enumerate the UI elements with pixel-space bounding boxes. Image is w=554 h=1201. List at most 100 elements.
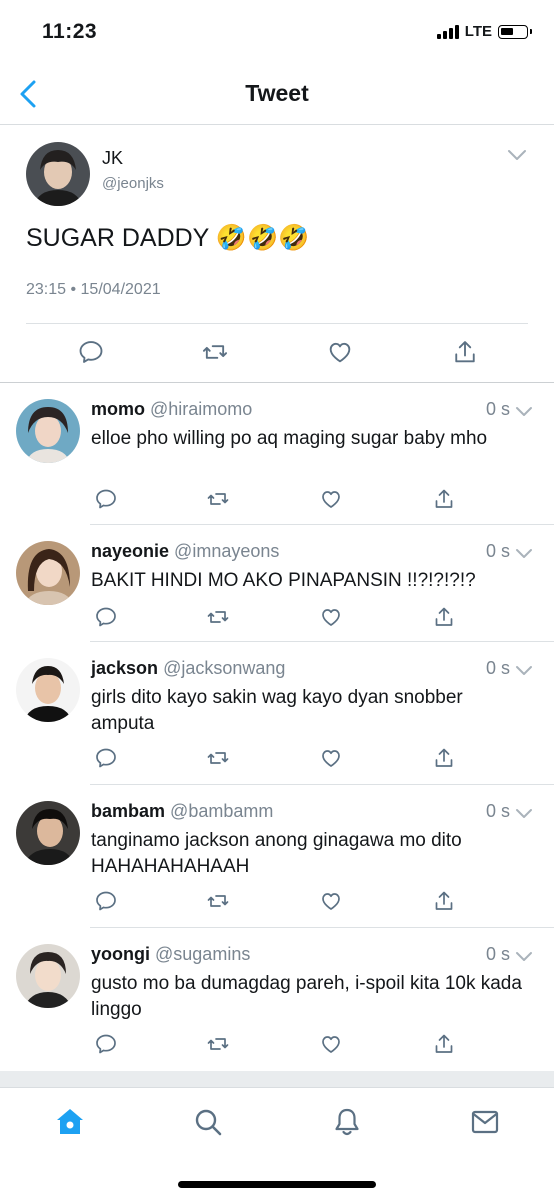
retweet-icon xyxy=(207,752,229,764)
retweet-button[interactable] xyxy=(206,487,230,511)
like-button[interactable] xyxy=(319,889,343,913)
reply-text: girls dito kayo sakin wag kayo dyan snob… xyxy=(91,687,463,734)
tab-messages[interactable] xyxy=(469,1106,501,1138)
heart-icon xyxy=(322,609,340,626)
reply-button[interactable] xyxy=(94,487,118,511)
reply-author-name[interactable]: momo xyxy=(91,399,145,419)
reply-time: 0 s xyxy=(485,801,510,821)
share-icon xyxy=(435,748,453,767)
reply-time: 0 s xyxy=(485,944,510,964)
comment-icon xyxy=(79,341,103,363)
reply-tweet[interactable]: nayeonie @imnayeons 0 s BAKIT HINDI MO A… xyxy=(0,525,554,642)
like-button[interactable] xyxy=(319,605,343,629)
reply-time: 0 s xyxy=(485,541,510,561)
reply-author-name[interactable]: yoongi xyxy=(91,944,150,964)
chevron-down-icon[interactable] xyxy=(514,543,534,563)
comment-icon xyxy=(96,1034,116,1054)
retweet-button[interactable] xyxy=(206,746,230,770)
reply-tweet[interactable]: momo @hiraimomo 0 s elloe pho willing po… xyxy=(0,383,554,525)
comment-icon xyxy=(96,489,116,509)
retweet-button[interactable] xyxy=(206,889,230,913)
reply-header: nayeonie @imnayeons xyxy=(91,541,279,562)
reply-button[interactable] xyxy=(94,1032,118,1056)
like-button[interactable] xyxy=(326,338,354,366)
reply-author-handle[interactable]: @hiraimomo xyxy=(150,399,252,419)
like-button[interactable] xyxy=(319,487,343,511)
tab-search[interactable] xyxy=(192,1106,224,1138)
share-icon xyxy=(435,489,453,508)
avatar[interactable] xyxy=(16,658,80,722)
reply-author-name[interactable]: jackson xyxy=(91,658,158,678)
retweet-button[interactable] xyxy=(206,1032,230,1056)
comment-icon xyxy=(96,891,116,911)
reply-header: yoongi @sugamins xyxy=(91,944,250,965)
heart-icon xyxy=(322,893,340,910)
home-indicator xyxy=(178,1181,376,1188)
reply-tweet[interactable]: bambam @bambamm 0 s tanginamo jackson an… xyxy=(0,785,554,928)
share-icon xyxy=(435,607,453,626)
reply-actions xyxy=(0,746,554,774)
avatar[interactable] xyxy=(16,801,80,865)
reply-actions xyxy=(0,1032,554,1060)
avatar[interactable] xyxy=(26,142,90,206)
like-button[interactable] xyxy=(319,1032,343,1056)
tab-notifications[interactable] xyxy=(331,1106,363,1138)
status-bar: 11:23 LTE xyxy=(0,0,554,66)
chevron-down-icon[interactable] xyxy=(506,144,528,166)
reply-button[interactable] xyxy=(94,746,118,770)
reply-actions xyxy=(0,889,554,917)
retweet-button[interactable] xyxy=(206,605,230,629)
reply-header: jackson @jacksonwang xyxy=(91,658,285,679)
tweet-actions xyxy=(0,338,554,368)
reply-author-handle[interactable]: @imnayeons xyxy=(174,541,279,561)
chevron-down-icon[interactable] xyxy=(514,946,534,966)
reply-author-name[interactable]: bambam xyxy=(91,801,165,821)
reply-tweet[interactable]: yoongi @sugamins 0 s gusto mo ba dumagda… xyxy=(0,928,554,1071)
tweet-author-handle[interactable]: @jeonjks xyxy=(102,175,164,192)
reply-text: gusto mo ba dumagdag pareh, i-spoil kita… xyxy=(91,973,522,1020)
tab-home[interactable] xyxy=(54,1106,86,1138)
page-title: Tweet xyxy=(245,80,309,106)
share-button[interactable] xyxy=(432,605,456,629)
retweet-icon xyxy=(202,345,228,359)
search-icon xyxy=(195,1109,222,1136)
retweet-button[interactable] xyxy=(201,338,229,366)
retweet-icon xyxy=(207,895,229,907)
nav-bar: Tweet xyxy=(0,66,554,125)
reply-button[interactable] xyxy=(94,889,118,913)
share-button[interactable] xyxy=(451,338,479,366)
home-icon xyxy=(57,1109,83,1134)
reply-text: elloe pho willing po aq maging sugar bab… xyxy=(91,428,488,449)
heart-icon xyxy=(322,750,340,767)
avatar[interactable] xyxy=(16,399,80,463)
share-icon xyxy=(435,1034,453,1053)
retweet-icon xyxy=(207,611,229,623)
like-button[interactable] xyxy=(319,746,343,770)
comment-icon xyxy=(96,607,116,627)
status-time: 11:23 xyxy=(42,20,98,43)
tweet-author-name[interactable]: JK xyxy=(102,148,123,169)
network-label: LTE xyxy=(464,23,492,40)
reply-author-handle[interactable]: @bambamm xyxy=(170,801,273,821)
retweet-icon xyxy=(207,493,229,505)
avatar[interactable] xyxy=(16,944,80,1008)
share-button[interactable] xyxy=(432,746,456,770)
main-tweet: JK @jeonjks SUGAR DADDY 🤣🤣🤣 23:15 • 15/0… xyxy=(0,124,554,383)
avatar[interactable] xyxy=(16,541,80,605)
share-button[interactable] xyxy=(432,1032,456,1056)
status-indicators: LTE xyxy=(436,23,532,40)
reply-time: 0 s xyxy=(485,658,510,678)
reply-author-handle[interactable]: @jacksonwang xyxy=(163,658,285,678)
chevron-down-icon[interactable] xyxy=(514,803,534,823)
reply-author-handle[interactable]: @sugamins xyxy=(155,944,250,964)
reply-tweet[interactable]: jackson @jacksonwang 0 s girls dito kayo… xyxy=(0,642,554,785)
reply-button[interactable] xyxy=(77,338,105,366)
chevron-down-icon[interactable] xyxy=(514,401,534,421)
reply-author-name[interactable]: nayeonie xyxy=(91,541,169,561)
chevron-down-icon[interactable] xyxy=(514,660,534,680)
reply-button[interactable] xyxy=(94,605,118,629)
bell-icon xyxy=(335,1108,359,1136)
reply-actions xyxy=(0,605,554,633)
share-button[interactable] xyxy=(432,889,456,913)
share-button[interactable] xyxy=(432,487,456,511)
